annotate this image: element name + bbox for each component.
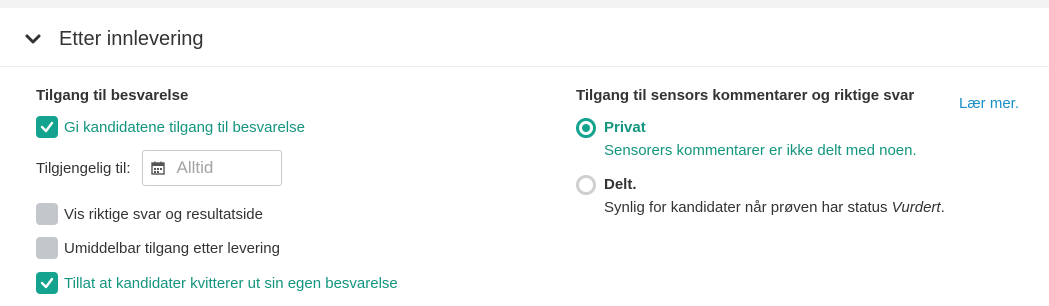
available-until-value: Alltid	[176, 158, 214, 177]
allow-receipt-label: Tillat at kandidater kvitterer ut sin eg…	[64, 274, 398, 292]
available-until-row: Tilgjengelig til: Alltid	[36, 150, 282, 186]
show-answers-checkbox-row[interactable]: Vis riktige svar og resultatside	[36, 203, 263, 225]
learn-more-link[interactable]: Lær mer.	[959, 95, 1019, 112]
immediate-access-checkbox[interactable]	[36, 237, 58, 259]
show-answers-checkbox[interactable]	[36, 203, 58, 225]
shared-radio[interactable]	[576, 175, 596, 195]
give-access-label: Gi kandidatene tilgang til besvarelse	[64, 118, 305, 136]
available-until-label: Tilgjengelig til:	[36, 159, 131, 177]
chevron-down-icon	[25, 34, 41, 44]
private-option-title: Privat	[604, 119, 646, 136]
show-answers-label: Vis riktige svar og resultatside	[64, 205, 263, 223]
give-access-checkbox-row[interactable]: Gi kandidatene tilgang til besvarelse	[36, 116, 305, 138]
after-submission-panel: Etter innlevering Tilgang til besvarelse…	[0, 8, 1049, 306]
private-option-description: Sensorers kommentarer er ikke delt med n…	[604, 142, 917, 159]
header-divider	[0, 66, 1049, 67]
shared-desc-suffix: .	[940, 199, 945, 216]
allow-receipt-checkbox-row[interactable]: Tillat at kandidater kvitterer ut sin eg…	[36, 272, 398, 294]
shared-option-description: Synlig for kandidater når prøven har sta…	[604, 199, 945, 216]
give-access-checkbox[interactable]	[36, 116, 58, 138]
private-radio[interactable]	[576, 118, 596, 138]
immediate-access-label: Umiddelbar tilgang etter levering	[64, 239, 280, 257]
check-icon	[40, 277, 54, 289]
allow-receipt-checkbox[interactable]	[36, 272, 58, 294]
answer-access-heading: Tilgang til besvarelse	[36, 87, 189, 104]
shared-option-title: Delt.	[604, 176, 637, 193]
available-until-date-field[interactable]: Alltid	[141, 150, 282, 186]
section-title: Etter innlevering	[59, 27, 204, 50]
calendar-icon	[150, 161, 165, 175]
shared-desc-text: Synlig for kandidater når prøven har sta…	[604, 199, 892, 216]
sensor-comments-heading: Tilgang til sensors kommentarer og rikti…	[576, 87, 915, 104]
section-toggle[interactable]: Etter innlevering	[24, 26, 204, 52]
immediate-access-checkbox-row[interactable]: Umiddelbar tilgang etter levering	[36, 237, 280, 259]
shared-desc-status: Vurdert	[891, 199, 941, 216]
check-icon	[40, 121, 54, 133]
